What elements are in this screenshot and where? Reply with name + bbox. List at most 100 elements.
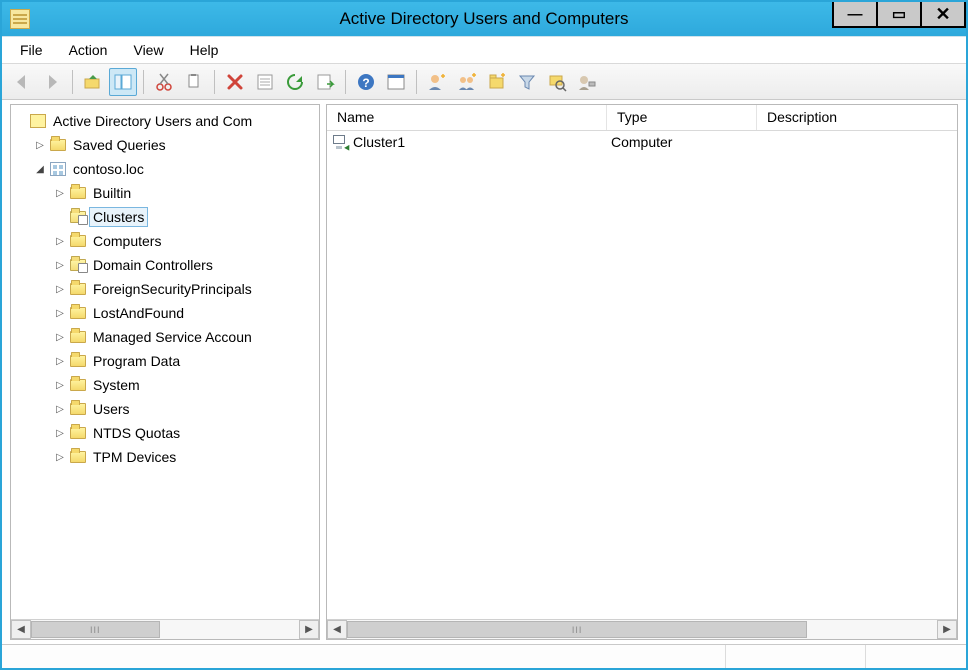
statusbar	[2, 644, 966, 668]
tree-node-domain-controllers[interactable]: ▷ Domain Controllers	[11, 253, 319, 277]
menu-file[interactable]: File	[8, 38, 55, 62]
scroll-left-button[interactable]: ◀	[327, 620, 347, 639]
expander-icon[interactable]: ▷	[53, 188, 67, 199]
scroll-thumb[interactable]: III	[31, 621, 160, 638]
find-button[interactable]	[543, 68, 571, 96]
tree-label: TPM Devices	[89, 447, 180, 467]
tree[interactable]: Active Directory Users and Com ▷ Saved Q…	[11, 105, 319, 619]
expander-icon[interactable]: ▷	[33, 140, 47, 151]
tree-h-scrollbar[interactable]: ◀ III ▶	[11, 619, 319, 639]
tree-node-ntds-quotas[interactable]: ▷ NTDS Quotas	[11, 421, 319, 445]
folder-icon	[69, 281, 87, 297]
status-segment	[726, 645, 866, 668]
expander-icon[interactable]: ◢	[33, 164, 47, 175]
scroll-right-button[interactable]: ▶	[937, 620, 957, 639]
column-header-type[interactable]: Type	[607, 105, 757, 130]
new-group-button[interactable]	[453, 68, 481, 96]
list-header: Name Type Description	[327, 105, 957, 131]
close-button[interactable]: ✕	[920, 2, 966, 28]
show-hide-tree-button[interactable]	[109, 68, 137, 96]
domain-icon	[49, 161, 67, 177]
scroll-track[interactable]: III	[347, 620, 937, 639]
cut-button[interactable]	[150, 68, 178, 96]
tree-label: Active Directory Users and Com	[49, 111, 256, 131]
list-body[interactable]: Cluster1 Computer	[327, 131, 957, 619]
tree-label: Builtin	[89, 183, 135, 203]
delete-button[interactable]	[221, 68, 249, 96]
tree-label: Managed Service Accoun	[89, 327, 256, 347]
new-user-button[interactable]	[423, 68, 451, 96]
nav-back-button[interactable]	[8, 68, 36, 96]
tree-pane: Active Directory Users and Com ▷ Saved Q…	[10, 104, 320, 640]
toolbar-separator	[143, 70, 144, 94]
folder-icon	[69, 233, 87, 249]
expander-icon[interactable]: ▷	[53, 380, 67, 391]
menu-view[interactable]: View	[121, 38, 175, 62]
tree-label: System	[89, 375, 144, 395]
action-pane-button[interactable]	[382, 68, 410, 96]
up-folder-button[interactable]	[79, 68, 107, 96]
add-criteria-button[interactable]	[573, 68, 601, 96]
nav-forward-button[interactable]	[38, 68, 66, 96]
expander-icon[interactable]: ▷	[53, 284, 67, 295]
tree-node-tpm-devices[interactable]: ▷ TPM Devices	[11, 445, 319, 469]
folder-icon	[69, 449, 87, 465]
toolbar: ?	[2, 64, 966, 100]
tree-node-msa[interactable]: ▷ Managed Service Accoun	[11, 325, 319, 349]
list-item[interactable]: Cluster1 Computer	[327, 131, 957, 153]
menu-help[interactable]: Help	[178, 38, 231, 62]
tree-node-users[interactable]: ▷ Users	[11, 397, 319, 421]
maximize-button[interactable]: ▭	[876, 2, 922, 28]
ou-icon	[69, 209, 87, 225]
tree-node-fsp[interactable]: ▷ ForeignSecurityPrincipals	[11, 277, 319, 301]
menubar: File Action View Help	[2, 36, 966, 64]
tree-node-domain[interactable]: ◢ contoso.loc	[11, 157, 319, 181]
list-h-scrollbar[interactable]: ◀ III ▶	[327, 619, 957, 639]
list-pane: Name Type Description Cluster1 Computer …	[326, 104, 958, 640]
export-list-button[interactable]	[311, 68, 339, 96]
help-button[interactable]: ?	[352, 68, 380, 96]
status-segment	[2, 645, 726, 668]
ou-icon	[69, 257, 87, 273]
tree-label: Saved Queries	[69, 135, 170, 155]
toolbar-separator	[214, 70, 215, 94]
tree-node-program-data[interactable]: ▷ Program Data	[11, 349, 319, 373]
column-header-description[interactable]: Description	[757, 105, 957, 130]
tree-label: Domain Controllers	[89, 255, 217, 275]
tree-node-clusters[interactable]: Clusters	[11, 205, 319, 229]
expander-icon[interactable]: ▷	[53, 332, 67, 343]
titlebar[interactable]: Active Directory Users and Computers — ▭…	[2, 2, 966, 36]
expander-icon[interactable]: ▷	[53, 452, 67, 463]
refresh-button[interactable]	[281, 68, 309, 96]
window-controls: — ▭ ✕	[834, 2, 966, 28]
expander-icon[interactable]: ▷	[53, 308, 67, 319]
scroll-left-button[interactable]: ◀	[11, 620, 31, 639]
scroll-track[interactable]: III	[31, 620, 299, 639]
filter-button[interactable]	[513, 68, 541, 96]
tree-label: LostAndFound	[89, 303, 188, 323]
column-header-name[interactable]: Name	[327, 105, 607, 130]
svg-text:?: ?	[362, 76, 369, 90]
menu-action[interactable]: Action	[57, 38, 120, 62]
expander-icon[interactable]: ▷	[53, 236, 67, 247]
expander-icon[interactable]: ▷	[53, 428, 67, 439]
computer-icon	[333, 135, 349, 149]
expander-icon[interactable]: ▷	[53, 260, 67, 271]
tree-node-lostandfound[interactable]: ▷ LostAndFound	[11, 301, 319, 325]
scroll-right-button[interactable]: ▶	[299, 620, 319, 639]
toolbar-separator	[72, 70, 73, 94]
copy-button[interactable]	[180, 68, 208, 96]
tree-node-root[interactable]: Active Directory Users and Com	[11, 109, 319, 133]
folder-icon	[69, 425, 87, 441]
tree-node-system[interactable]: ▷ System	[11, 373, 319, 397]
minimize-button[interactable]: —	[832, 2, 878, 28]
properties-button[interactable]	[251, 68, 279, 96]
scroll-thumb[interactable]: III	[347, 621, 807, 638]
cell-name-text: Cluster1	[353, 134, 405, 150]
tree-node-computers[interactable]: ▷ Computers	[11, 229, 319, 253]
tree-node-saved-queries[interactable]: ▷ Saved Queries	[11, 133, 319, 157]
expander-icon[interactable]: ▷	[53, 404, 67, 415]
tree-node-builtin[interactable]: ▷ Builtin	[11, 181, 319, 205]
expander-icon[interactable]: ▷	[53, 356, 67, 367]
new-ou-button[interactable]	[483, 68, 511, 96]
